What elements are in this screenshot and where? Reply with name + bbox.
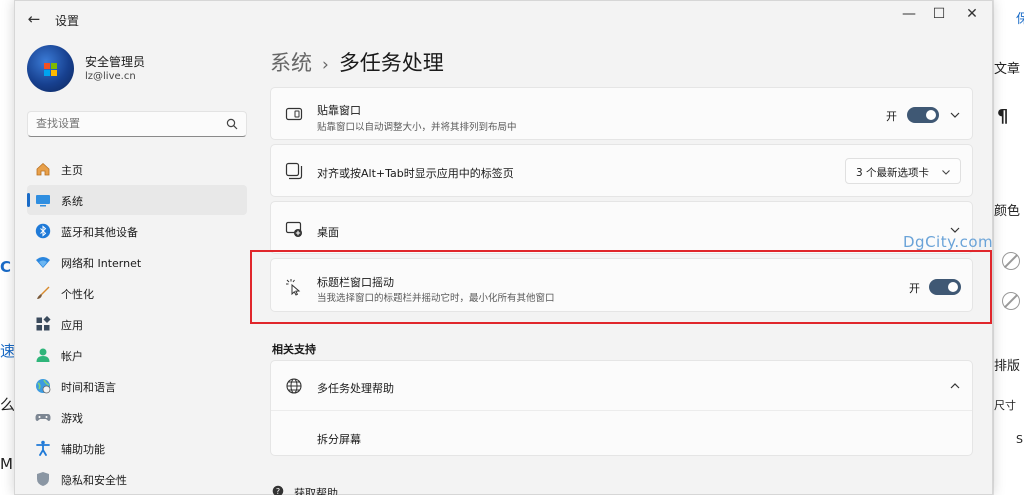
main-content: 系统 › 多任务处理 贴靠窗口 贴靠窗口以自动调整大小，并将其排列到布局中 开 对齐… [270, 37, 990, 495]
sidebar-item-label: 个性化 [61, 288, 94, 301]
sidebar-item-time-language[interactable]: 时间和语言 [27, 371, 247, 401]
related-support-header: 相关支持 [272, 343, 316, 356]
desktops-card[interactable]: 桌面 [270, 201, 973, 254]
tabs-icon [285, 162, 303, 180]
accessibility-icon [36, 440, 50, 456]
title-bar-shake-toggle[interactable] [929, 279, 961, 295]
shield-icon [37, 472, 49, 486]
help-expander-header[interactable]: 多任务处理帮助 [271, 361, 972, 411]
user-name: 安全管理员 [85, 55, 146, 69]
page-title: 多任务处理 [338, 51, 444, 75]
bg-fragment: S [1016, 433, 1023, 446]
user-email: lz@live.cn [85, 71, 136, 82]
bg-fragment: 速 [0, 342, 16, 360]
no-entry-icon [1002, 292, 1020, 310]
breadcrumb: 系统 › 多任务处理 [270, 47, 444, 77]
bg-fragment: 颜色 [994, 204, 1021, 219]
background-left-edge: C 速 么 Mi [0, 0, 17, 495]
desktop-add-icon [285, 221, 302, 237]
bg-fragment: C [0, 258, 12, 276]
sidebar-item-label: 辅助功能 [61, 443, 105, 456]
sidebar-item-label: 网络和 Internet [61, 257, 142, 270]
sidebar-item-system[interactable]: 系统 [27, 185, 247, 215]
apps-icon [36, 316, 51, 331]
sidebar-item-home[interactable]: 主页 [27, 154, 247, 184]
alt-tab-card: 对齐或按Alt+Tab时显示应用中的标签页 3 个最新选项卡 [270, 144, 973, 197]
title-bar-shake-desc: 当我选择窗口的标题栏并摇动它时，最小化所有其他窗口 [317, 293, 555, 304]
snap-window-icon [285, 107, 303, 121]
no-entry-icon [1002, 252, 1020, 270]
snap-windows-card[interactable]: 贴靠窗口 贴靠窗口以自动调整大小，并将其排列到布局中 开 [270, 87, 973, 140]
globe-icon [286, 378, 302, 394]
multitasking-help-card: 多任务处理帮助 拆分屏幕 [270, 360, 973, 456]
sidebar-item-privacy[interactable]: 隐私和安全性 [27, 464, 247, 494]
breadcrumb-separator: › [322, 55, 329, 75]
snap-windows-desc: 贴靠窗口以自动调整大小，并将其排列到布局中 [317, 122, 517, 133]
account-icon [36, 348, 50, 362]
system-icon [36, 195, 50, 207]
sidebar-item-label: 隐私和安全性 [61, 474, 127, 487]
shake-cursor-icon [286, 279, 301, 296]
help-icon: ? [272, 485, 284, 495]
bg-fragment: ¶ [997, 106, 1009, 127]
alt-tab-title: 对齐或按Alt+Tab时显示应用中的标签页 [317, 167, 514, 180]
sidebar-item-label: 主页 [61, 164, 83, 177]
chevron-down-icon[interactable] [948, 108, 962, 122]
brush-icon [37, 286, 50, 299]
background-right-edge: 保 文章 ¶ 颜色 排版 尺寸 S [993, 0, 1024, 495]
sidebar-item-bluetooth[interactable]: 蓝牙和其他设备 [27, 216, 247, 246]
search-input[interactable] [36, 117, 216, 130]
bg-fragment: 尺寸 [994, 399, 1016, 412]
split-screen-link[interactable]: 拆分屏幕 [317, 431, 361, 447]
wifi-icon [36, 257, 50, 268]
maximize-button[interactable]: ☐ [922, 3, 956, 25]
sidebar-item-label: 蓝牙和其他设备 [61, 226, 138, 239]
close-button[interactable]: ✕ [955, 3, 989, 25]
breadcrumb-parent[interactable]: 系统 [270, 51, 312, 75]
chevron-down-icon [942, 170, 950, 175]
snap-windows-title: 贴靠窗口 [317, 104, 361, 117]
sidebar-item-apps[interactable]: 应用 [27, 309, 247, 339]
home-icon [36, 162, 50, 176]
globe-clock-icon [36, 379, 51, 394]
avatar [27, 45, 74, 92]
chevron-up-icon [950, 383, 960, 389]
settings-window: ← 设置 — ☐ ✕ 安全管理员 lz@live.cn 主页 [14, 0, 993, 495]
sidebar-item-accessibility[interactable]: 辅助功能 [27, 433, 247, 463]
bluetooth-icon [35, 223, 51, 239]
sidebar-item-label: 时间和语言 [61, 381, 116, 394]
app-title: 设置 [55, 14, 80, 28]
shake-toggle-label: 开 [909, 282, 920, 295]
svg-text:?: ? [276, 487, 280, 495]
title-bar: ← 设置 — ☐ ✕ [15, 1, 992, 37]
alt-tab-dropdown[interactable]: 3 个最新选项卡 [845, 158, 961, 184]
get-help-label: 获取帮助 [294, 487, 338, 495]
sidebar-item-gaming[interactable]: 游戏 [27, 402, 247, 432]
bg-fragment: 么 [0, 396, 16, 414]
sidebar-item-label: 应用 [61, 319, 83, 332]
bg-fragment: 排版 [994, 359, 1021, 374]
title-bar-shake-card: 标题栏窗口摇动 当我选择窗口的标题栏并摇动它时，最小化所有其他窗口 开 [270, 258, 973, 312]
sidebar: 安全管理员 lz@live.cn 主页 系统 [15, 37, 255, 495]
snap-windows-toggle[interactable] [907, 107, 939, 123]
sidebar-item-network[interactable]: 网络和 Internet [27, 247, 247, 277]
desktops-title: 桌面 [317, 226, 339, 239]
snap-toggle-label: 开 [886, 110, 897, 123]
search-icon [226, 118, 238, 130]
back-button[interactable]: ← [23, 8, 45, 30]
sidebar-item-label: 帐户 [61, 350, 83, 363]
search-box[interactable] [27, 111, 247, 137]
bg-fragment: 保 [1016, 12, 1024, 27]
sidebar-item-label: 游戏 [61, 412, 83, 425]
sidebar-item-accounts[interactable]: 帐户 [27, 340, 247, 370]
sidebar-item-label: 系统 [61, 195, 83, 208]
bg-fragment: 文章 [994, 62, 1021, 77]
title-bar-shake-title: 标题栏窗口摇动 [317, 276, 394, 289]
sidebar-item-personalization[interactable]: 个性化 [27, 278, 247, 308]
dropdown-value: 3 个最新选项卡 [856, 167, 930, 179]
minimize-button[interactable]: — [892, 3, 926, 25]
gamepad-icon [35, 414, 51, 421]
multitasking-help-title: 多任务处理帮助 [317, 382, 394, 395]
watermark: DgCity.com [903, 233, 994, 251]
